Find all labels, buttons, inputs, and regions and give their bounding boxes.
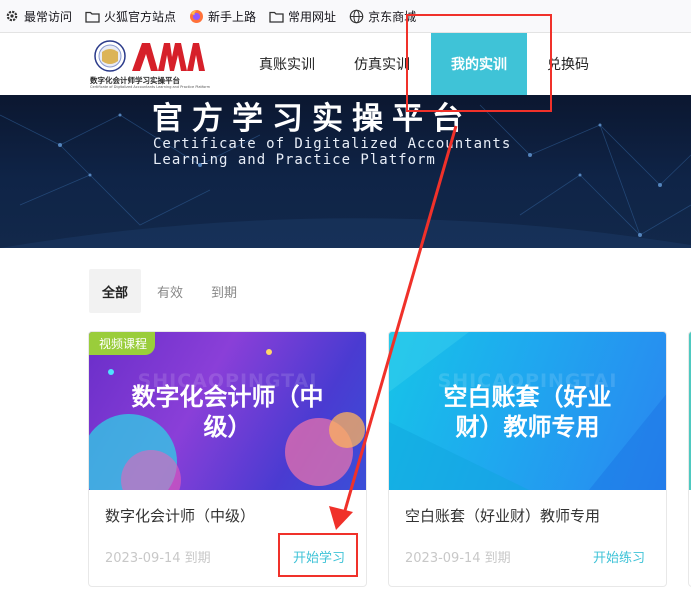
start-practice-button[interactable]: 开始练习 — [593, 547, 645, 566]
cover-title-line1: 数字化会计师（中 — [131, 383, 324, 411]
banner-subtitle-line1: Certificate of Digitalized Accountants — [153, 136, 512, 152]
cover-title-line2: 财）教师专用 — [455, 413, 600, 441]
banner-subtitle: Certificate of Digitalized Accountants L… — [153, 136, 511, 168]
firefox-icon — [188, 8, 204, 24]
course-name[interactable]: 数字化会计师（中级） — [105, 505, 255, 526]
video-course-badge: 视频课程 — [89, 332, 156, 355]
page: 最常访问 火狐官方站点 新手上路 常用网址 京东商城 数字化会计师学习实操平台 … — [0, 0, 691, 592]
bookmarks-bar: 最常访问 火狐官方站点 新手上路 常用网址 京东商城 — [0, 0, 691, 33]
course-name[interactable]: 空白账套（好业财）教师专用 — [405, 505, 600, 526]
bookmark-firefox-official[interactable]: 火狐官方站点 — [84, 8, 176, 25]
course-card[interactable]: SHICAOPINGTAI 空白账套（好业 财）教师专用 空白账套（好业财）教师… — [388, 331, 667, 587]
folder-icon — [84, 8, 100, 24]
filter-tab-all[interactable]: 全部 — [89, 269, 141, 313]
logo-subtext: Certificate of Digitalized Accountants L… — [90, 85, 211, 89]
cover-title-line2: 级） — [203, 413, 252, 441]
nav-real-account-training[interactable]: 真账实训 — [245, 33, 329, 95]
cover-title-line1: 空白账套（好业 — [443, 383, 612, 411]
filter-tab-expired[interactable]: 到期 — [199, 269, 249, 313]
expiry-date: 2023-09-14 到期 — [405, 551, 511, 566]
course-cover[interactable]: SHICAOPINGTAI 数字化会计师（中 级） 视频课程 — [89, 332, 366, 490]
hero-banner: 官方学习实操平台 Certificate of Digitalized Acco… — [0, 95, 691, 248]
cover-title: 数字化会计师（中 级） — [89, 382, 366, 442]
bookmark-getting-started[interactable]: 新手上路 — [188, 8, 256, 25]
cover-title: 空白账套（好业 财）教师专用 — [389, 382, 666, 442]
bookmark-label: 常用网址 — [288, 9, 337, 24]
gear-icon — [4, 8, 20, 24]
course-cover[interactable]: SHICAOPINGTAI 空白账套（好业 财）教师专用 — [389, 332, 666, 490]
globe-icon — [348, 8, 364, 24]
bookmark-label: 新手上路 — [208, 9, 257, 24]
bookmark-most-visited[interactable]: 最常访问 — [4, 8, 72, 25]
banner-subtitle-line2: Learning and Practice Platform — [153, 152, 436, 168]
bookmark-label: 最常访问 — [24, 9, 73, 24]
filter-tab-valid[interactable]: 有效 — [145, 269, 195, 313]
folder-icon — [268, 8, 284, 24]
annotation-highlight-box — [278, 533, 358, 577]
expiry-date: 2023-09-14 到期 — [105, 551, 211, 566]
bookmark-label: 火狐官方站点 — [104, 9, 177, 24]
site-header: 数字化会计师学习实操平台 Certificate of Digitalized … — [0, 33, 691, 95]
bookmark-common-sites[interactable]: 常用网址 — [268, 8, 336, 25]
annotation-highlight-box — [406, 14, 552, 112]
